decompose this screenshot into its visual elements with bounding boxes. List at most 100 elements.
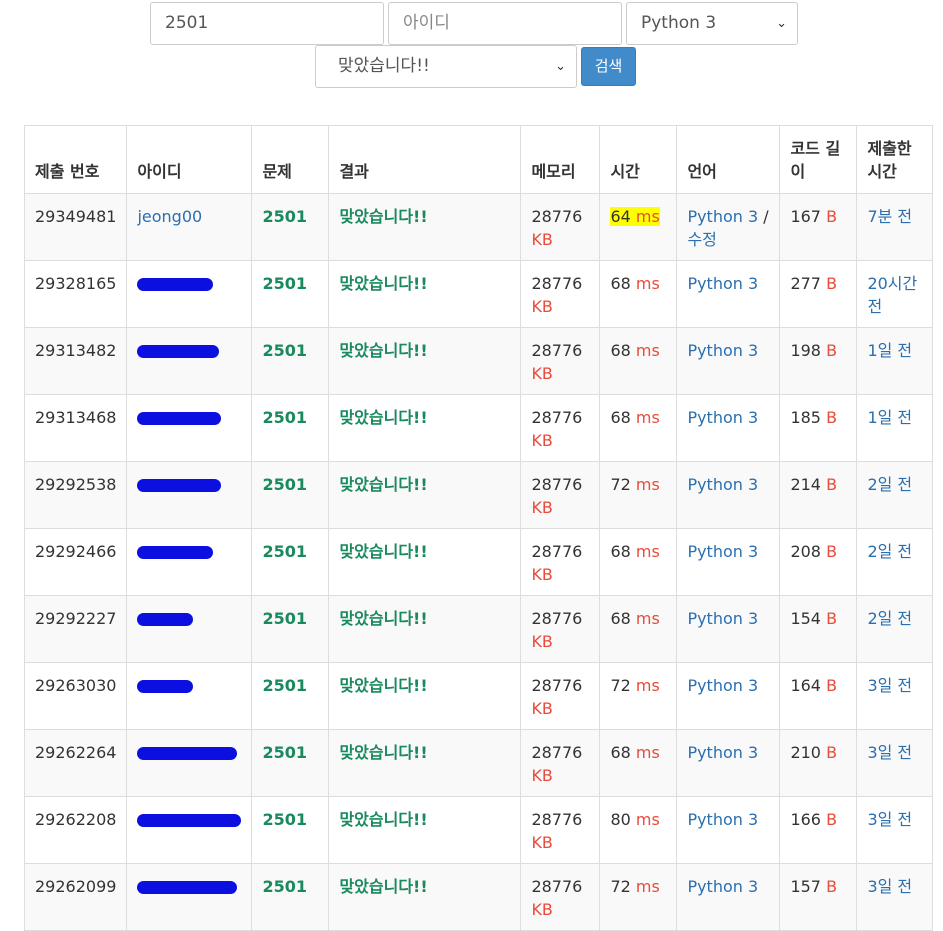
- code-length-value[interactable]: 166: [790, 810, 821, 829]
- memory-value: 28776: [531, 810, 583, 829]
- problem-link[interactable]: 2501: [262, 408, 307, 427]
- language-link[interactable]: Python 3: [687, 341, 758, 360]
- code-length-unit: B: [826, 609, 838, 628]
- language-cell: Python 3: [676, 729, 781, 797]
- code-length-value[interactable]: 167: [790, 207, 821, 226]
- memory-cell: 28776 KB: [520, 193, 601, 261]
- submitted-time-link[interactable]: 2일 전: [867, 542, 912, 561]
- submitted-time-link[interactable]: 20시간 전: [867, 274, 917, 316]
- language-link[interactable]: Python 3: [687, 743, 758, 762]
- time-unit: ms: [635, 475, 660, 494]
- problem-link[interactable]: 2501: [262, 676, 307, 695]
- code-length-unit: B: [826, 274, 838, 293]
- code-length-value[interactable]: 198: [790, 341, 821, 360]
- language-cell: Python 3 / 수정: [676, 193, 781, 261]
- language-cell: Python 3: [676, 260, 781, 328]
- language-link[interactable]: Python 3: [687, 274, 758, 293]
- submission-id: 29262264: [23, 729, 128, 797]
- time-unit: ms: [635, 207, 660, 226]
- code-length-value[interactable]: 210: [790, 743, 821, 762]
- user-id-input[interactable]: 아이디: [388, 2, 622, 45]
- time-cell: 68 ms: [599, 260, 678, 328]
- result-text: 맞았습니다!!: [339, 676, 428, 695]
- problem-cell: 2501: [251, 260, 330, 328]
- time-value: 68: [610, 408, 631, 427]
- problem-link[interactable]: 2501: [262, 542, 307, 561]
- table-row: 29263030 2501 맞았습니다!! 28776 KB 72 ms Pyt…: [23, 662, 934, 730]
- language-link[interactable]: Python 3: [687, 475, 758, 494]
- problem-link[interactable]: 2501: [262, 743, 307, 762]
- problem-id-input[interactable]: 2501: [150, 2, 384, 45]
- result-select-value: 맞았습니다!!: [338, 56, 430, 76]
- problem-link[interactable]: 2501: [262, 207, 307, 226]
- submitted-time-link[interactable]: 7분 전: [867, 207, 912, 226]
- problem-link[interactable]: 2501: [262, 877, 307, 896]
- table-row: 29328165 2501 맞았습니다!! 28776 KB 68 ms Pyt…: [23, 260, 934, 328]
- header-user-id: 아이디: [126, 125, 253, 194]
- redacted-user-id: [137, 412, 222, 425]
- code-length-value[interactable]: 208: [790, 542, 821, 561]
- problem-link[interactable]: 2501: [262, 341, 307, 360]
- code-length-unit: B: [826, 810, 838, 829]
- memory-value: 28776: [531, 274, 583, 293]
- submitted-time-link[interactable]: 1일 전: [867, 341, 912, 360]
- memory-unit: KB: [531, 364, 553, 383]
- problem-link[interactable]: 2501: [262, 810, 307, 829]
- code-length-value[interactable]: 277: [790, 274, 821, 293]
- result-cell: 맞았습니다!!: [328, 260, 522, 328]
- language-select[interactable]: Python 3 ⌄: [626, 2, 798, 45]
- problem-link[interactable]: 2501: [262, 475, 307, 494]
- language-link[interactable]: Python 3: [687, 609, 758, 628]
- user-link[interactable]: jeong00: [137, 207, 202, 226]
- result-cell: 맞았습니다!!: [328, 394, 522, 462]
- submitted-time-link[interactable]: 2일 전: [867, 609, 912, 628]
- result-cell: 맞았습니다!!: [328, 327, 522, 395]
- submitted-time-link[interactable]: 3일 전: [867, 810, 912, 829]
- problem-cell: 2501: [251, 394, 330, 462]
- time-unit: ms: [635, 676, 660, 695]
- submitted-time-link[interactable]: 3일 전: [867, 877, 912, 896]
- time-value: 68: [610, 341, 631, 360]
- memory-cell: 28776 KB: [520, 327, 601, 395]
- problem-link[interactable]: 2501: [262, 609, 307, 628]
- problem-link[interactable]: 2501: [262, 274, 307, 293]
- language-link[interactable]: Python 3: [687, 676, 758, 695]
- time-cell: 68 ms: [599, 595, 678, 663]
- redacted-user-id: [137, 546, 214, 559]
- submitted-time-cell: 1일 전: [856, 327, 934, 395]
- language-link[interactable]: Python 3: [687, 207, 758, 226]
- code-length-value[interactable]: 214: [790, 475, 821, 494]
- result-select[interactable]: 맞았습니다!! ⌄: [315, 45, 577, 88]
- language-link[interactable]: Python 3: [687, 408, 758, 427]
- code-length-value[interactable]: 185: [790, 408, 821, 427]
- memory-cell: 28776 KB: [520, 729, 601, 797]
- search-button[interactable]: 검색: [581, 47, 636, 86]
- submitted-time-link[interactable]: 2일 전: [867, 475, 912, 494]
- memory-value: 28776: [531, 542, 583, 561]
- submitted-time-link[interactable]: 3일 전: [867, 676, 912, 695]
- code-length-cell: 157 B: [779, 863, 858, 931]
- submitted-time-link[interactable]: 1일 전: [867, 408, 912, 427]
- edit-link[interactable]: 수정: [687, 230, 716, 249]
- memory-unit: KB: [531, 833, 553, 852]
- time-highlight: 64 ms: [610, 207, 660, 226]
- submitted-time-cell: 2일 전: [856, 528, 934, 596]
- result-cell: 맞았습니다!!: [328, 796, 522, 864]
- language-link[interactable]: Python 3: [687, 877, 758, 896]
- code-length-value[interactable]: 154: [790, 609, 821, 628]
- redacted-user-id: [137, 613, 194, 626]
- code-length-value[interactable]: 164: [790, 676, 821, 695]
- user-id-cell: [126, 595, 253, 663]
- submitted-time-link[interactable]: 3일 전: [867, 743, 912, 762]
- language-link[interactable]: Python 3: [687, 810, 758, 829]
- table-row: 29292538 2501 맞았습니다!! 28776 KB 72 ms Pyt…: [23, 461, 934, 529]
- code-length-cell: 277 B: [779, 260, 858, 328]
- memory-value: 28776: [531, 877, 583, 896]
- code-length-value[interactable]: 157: [790, 877, 821, 896]
- memory-value: 28776: [531, 676, 583, 695]
- submitted-time-cell: 7분 전: [856, 193, 934, 261]
- header-language: 언어: [676, 125, 781, 194]
- language-link[interactable]: Python 3: [687, 542, 758, 561]
- table-row: 29292466 2501 맞았습니다!! 28776 KB 68 ms Pyt…: [23, 528, 934, 596]
- time-unit: ms: [635, 341, 660, 360]
